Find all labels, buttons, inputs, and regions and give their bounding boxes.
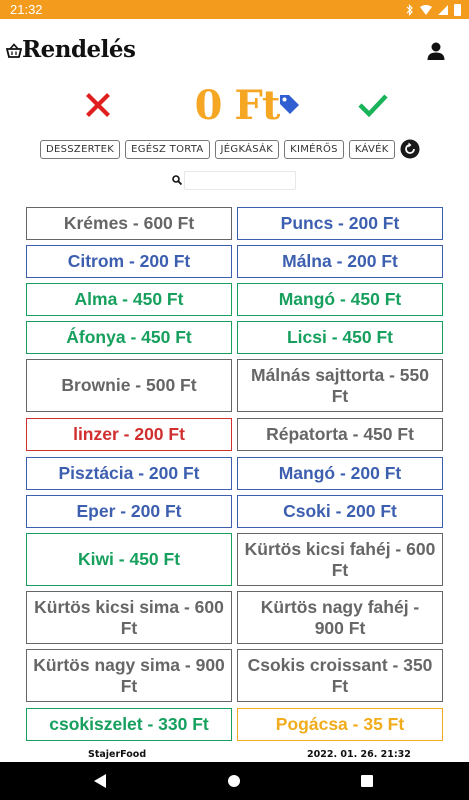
product-row: Citrom - 200 Ft Málna - 200 Ft [26,245,443,278]
recents-icon[interactable] [361,775,373,787]
product-button[interactable]: Pisztácia - 200 Ft [26,457,232,490]
product-button[interactable]: linzer - 200 Ft [26,418,232,451]
category-chip-egesz-torta[interactable]: EGÉSZ TORTA [125,139,210,159]
product-button[interactable]: Kiwi - 450 Ft [26,533,232,586]
product-label: Krémes - 600 Ft [63,213,195,233]
product-row: Áfonya - 450 Ft Licsi - 450 Ft [26,321,443,354]
refresh-icon[interactable] [400,139,420,159]
status-icons [406,3,461,16]
footer: StajerFood 2022. 01. 26. 21:32 [0,748,469,762]
product-button[interactable]: Áfonya - 450 Ft [26,321,232,354]
product-button[interactable]: Krémes - 600 Ft [26,207,232,240]
product-label: Pisztácia - 200 Ft [58,463,200,483]
product-button[interactable]: Csokis croissant - 350 Ft [237,649,443,702]
product-label: linzer - 200 Ft [73,424,185,444]
product-label: Csokis croissant - 350 Ft [247,654,433,696]
product-label: Csoki - 200 Ft [283,501,397,521]
order-total: 0 Ft [194,82,281,129]
product-label: Málnás sajttorta - 550 Ft [251,364,429,406]
check-icon[interactable] [358,93,388,117]
product-label: Alma - 450 Ft [74,289,184,309]
product-button[interactable]: csokiszelet - 330 Ft [26,708,232,741]
shopping-basket-icon[interactable] [6,43,22,59]
search-input[interactable] [184,171,296,190]
product-button[interactable]: Kürtös nagy sima - 900 Ft [26,649,232,702]
product-row: Kürtös kicsi sima - 600 Ft Kürtös nagy f… [26,591,443,644]
status-time: 21:32 [10,2,43,17]
product-row: Brownie - 500 Ft Málnás sajttorta - 550 … [26,359,443,412]
search-icon [172,175,182,185]
status-bar: 21:32 [0,0,469,19]
product-button[interactable]: Brownie - 500 Ft [26,359,232,412]
product-label: Áfonya - 450 Ft [66,327,192,347]
order-total-row: 0 Ft [0,82,469,133]
product-button[interactable]: Kürtös nagy fahéj - 900 Ft [237,591,443,644]
product-button[interactable]: Mangó - 450 Ft [237,283,443,316]
product-label: Mangó - 450 Ft [278,289,402,309]
category-chip-kimeros[interactable]: KIMÉRŐS [284,139,344,159]
product-button[interactable]: Puncs - 200 Ft [237,207,443,240]
product-label: Kürtös kicsi sima - 600 Ft [34,596,224,638]
navigation-bar [0,762,469,800]
product-row: Kiwi - 450 Ft Kürtös kicsi fahéj - 600 F… [26,533,443,586]
product-row: Krémes - 600 Ft Puncs - 200 Ft [26,207,443,240]
product-row: Eper - 200 Ft Csoki - 200 Ft [26,495,443,528]
category-chip-jegkasak[interactable]: JÉGKÁSÁK [214,139,280,159]
person-icon[interactable] [427,41,445,61]
home-icon[interactable] [228,775,240,787]
product-row: Kürtös nagy sima - 900 Ft Csokis croissa… [26,649,443,702]
product-button[interactable]: Eper - 200 Ft [26,495,232,528]
product-label: Kiwi - 450 Ft [77,549,181,569]
product-row: csokiszelet - 330 Ft Pogácsa - 35 Ft [26,708,443,741]
bluetooth-icon [406,3,413,16]
product-label: Málna - 200 Ft [282,251,398,271]
product-button[interactable]: Licsi - 450 Ft [237,321,443,354]
product-button[interactable]: Csoki - 200 Ft [237,495,443,528]
product-button[interactable]: Mangó - 200 Ft [237,457,443,490]
wifi-icon [420,4,432,15]
category-bar: DESSZERTEK EGÉSZ TORTA JÉGKÁSÁK KIMÉRŐS … [40,139,420,159]
product-button[interactable]: Kürtös kicsi fahéj - 600 Ft [237,533,443,586]
product-button[interactable]: Pogácsa - 35 Ft [237,708,443,741]
product-row: Pisztácia - 200 Ft Mangó - 200 Ft [26,457,443,490]
brand-name: StajerFood [88,749,147,760]
back-icon[interactable] [94,774,106,788]
product-button[interactable]: Málna - 200 Ft [237,245,443,278]
page-title: Rendelés [22,36,136,63]
product-button[interactable]: Répatorta - 450 Ft [237,418,443,451]
product-row: linzer - 200 Ft Répatorta - 450 Ft [26,418,443,451]
product-label: Kürtös nagy sima - 900 Ft [33,654,225,696]
product-button[interactable]: Citrom - 200 Ft [26,245,232,278]
product-label: Licsi - 450 Ft [286,327,393,347]
product-button[interactable]: Málnás sajttorta - 550 Ft [237,359,443,412]
product-label: Kürtös kicsi fahéj - 600 Ft [244,538,436,580]
product-label: Citrom - 200 Ft [67,251,191,271]
battery-icon [454,3,461,16]
category-chip-desszertek[interactable]: DESSZERTEK [40,139,121,159]
close-icon[interactable] [86,93,110,117]
price-tag-icon[interactable] [278,93,300,115]
footer-datetime: 2022. 01. 26. 21:32 [307,749,411,760]
product-label: Eper - 200 Ft [76,501,182,521]
product-label: Mangó - 200 Ft [278,463,402,483]
product-button[interactable]: Alma - 450 Ft [26,283,232,316]
product-label: csokiszelet - 330 Ft [49,714,209,734]
product-label: Pogácsa - 35 Ft [275,714,405,734]
signal-icon [438,4,448,15]
product-label: Brownie - 500 Ft [61,375,197,395]
product-label: Puncs - 200 Ft [280,213,400,233]
app-bar: Rendelés [0,19,469,83]
product-label: Répatorta - 450 Ft [266,424,414,444]
product-label: Kürtös nagy fahéj - 900 Ft [260,596,420,638]
product-button[interactable]: Kürtös kicsi sima - 600 Ft [26,591,232,644]
category-chip-kavek[interactable]: KÁVÉK [348,139,395,159]
product-row: Alma - 450 Ft Mangó - 450 Ft [26,283,443,316]
